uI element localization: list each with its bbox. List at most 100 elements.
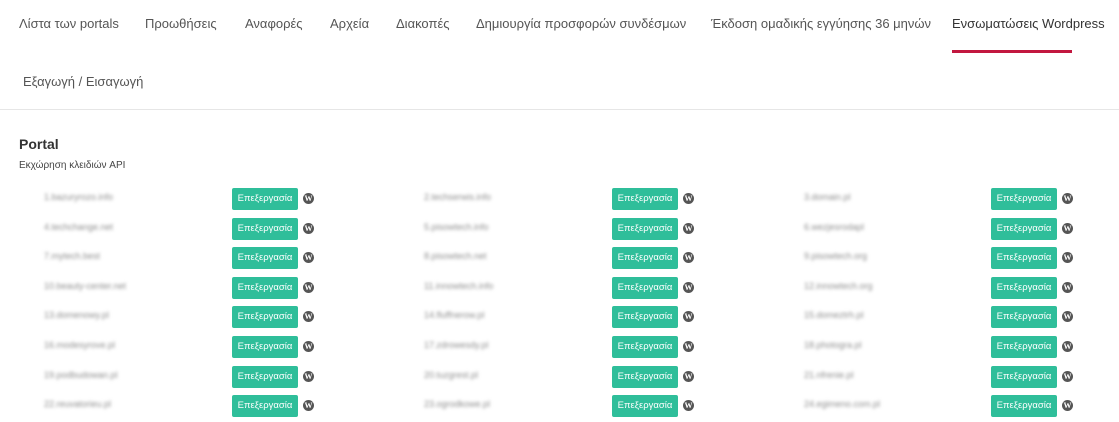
wordpress-icon[interactable]: W [303, 311, 314, 322]
active-tab-indicator [952, 50, 1072, 53]
portal-row: 19.podbudowan.pl Επεξεργασία W [0, 366, 370, 388]
portal-domain: 17.zdrowesdy.pl [424, 340, 489, 350]
wordpress-icon[interactable]: W [1062, 371, 1073, 382]
portal-domain: 9.pisowtech.org [804, 251, 868, 261]
edit-button[interactable]: Επεξεργασία [612, 336, 678, 358]
tab-files[interactable]: Αρχεία [330, 16, 369, 31]
tab-wordpress-integrations[interactable]: Ενσωματώσεις Wordpress [952, 16, 1105, 31]
wordpress-icon[interactable]: W [303, 223, 314, 234]
edit-button[interactable]: Επεξεργασία [991, 218, 1057, 240]
wordpress-icon[interactable]: W [683, 341, 694, 352]
edit-button[interactable]: Επεξεργασία [232, 366, 298, 388]
portal-row: 4.techchange.net Επεξεργασία W [0, 218, 370, 240]
edit-button[interactable]: Επεξεργασία [232, 336, 298, 358]
portal-domain: 21.nfrenie.pl [804, 370, 854, 380]
portal-domain: 11.innowtech.info [424, 281, 494, 291]
portal-domain: 1.bazuryrozo.info [44, 192, 114, 202]
wordpress-icon[interactable]: W [683, 252, 694, 263]
wordpress-icon[interactable]: W [303, 193, 314, 204]
edit-button[interactable]: Επεξεργασία [991, 306, 1057, 328]
edit-button[interactable]: Επεξεργασία [991, 188, 1057, 210]
wordpress-icon[interactable]: W [303, 252, 314, 263]
edit-button[interactable]: Επεξεργασία [991, 247, 1057, 269]
portal-row: 16.modesyrove.pl Επεξεργασία W [0, 336, 370, 358]
edit-button[interactable]: Επεξεργασία [991, 336, 1057, 358]
edit-button[interactable]: Επεξεργασία [612, 218, 678, 240]
portal-row: 8.pisowtech.net Επεξεργασία W [380, 247, 750, 269]
edit-button[interactable]: Επεξεργασία [232, 395, 298, 417]
portal-domain: 16.modesyrove.pl [44, 340, 116, 350]
wordpress-icon[interactable]: W [683, 371, 694, 382]
portal-domain: 18.photogra.pl [804, 340, 862, 350]
edit-button[interactable]: Επεξεργασία [612, 395, 678, 417]
wordpress-icon[interactable]: W [683, 400, 694, 411]
portal-row: 22.reuvatorieu.pl Επεξεργασία W [0, 395, 370, 417]
tab-holidays[interactable]: Διακοπές [396, 16, 450, 31]
edit-button[interactable]: Επεξεργασία [232, 306, 298, 328]
wordpress-icon[interactable]: W [683, 193, 694, 204]
portal-domain: 10.beauty-center.net [44, 281, 127, 291]
wordpress-icon[interactable]: W [683, 311, 694, 322]
portal-row: 17.zdrowesdy.pl Επεξεργασία W [380, 336, 750, 358]
edit-button[interactable]: Επεξεργασία [612, 277, 678, 299]
portal-row: 11.innowtech.info Επεξεργασία W [380, 277, 750, 299]
edit-button[interactable]: Επεξεργασία [991, 277, 1057, 299]
section-subtitle: Εκχώρηση κλειδιών API [19, 160, 126, 171]
portal-row: 23.ogrodkowe.pl Επεξεργασία W [380, 395, 750, 417]
wordpress-icon[interactable]: W [303, 282, 314, 293]
wordpress-icon[interactable]: W [303, 371, 314, 382]
wordpress-icon[interactable]: W [683, 282, 694, 293]
wordpress-icon[interactable]: W [683, 223, 694, 234]
wordpress-icon[interactable]: W [1062, 252, 1073, 263]
wordpress-icon[interactable]: W [1062, 193, 1073, 204]
wordpress-icon[interactable]: W [303, 341, 314, 352]
tab-link-offers[interactable]: Δημιουργία προσφορών συνδέσμων [476, 16, 686, 31]
tab-export-import[interactable]: Εξαγωγή / Εισαγωγή [23, 74, 143, 89]
edit-button[interactable]: Επεξεργασία [612, 366, 678, 388]
portal-row: 1.bazuryrozo.info Επεξεργασία W [0, 188, 370, 210]
portal-row: 24.egimeno.com.pl Επεξεργασία W [760, 395, 1119, 417]
portal-domain: 24.egimeno.com.pl [804, 399, 881, 409]
portal-domain: 6.wezjesrodapl [804, 222, 865, 232]
top-navigation: Λίστα των portals Προωθήσεις Αναφορές Αρ… [0, 0, 1119, 110]
wordpress-icon[interactable]: W [303, 400, 314, 411]
portal-domain: 13.domenowy.pl [44, 310, 109, 320]
tab-promotions[interactable]: Προωθήσεις [145, 16, 217, 31]
portal-domain: 12.innowtech.org [804, 281, 873, 291]
portal-domain: 20.tuzgrest.pl [424, 370, 479, 380]
edit-button[interactable]: Επεξεργασία [232, 277, 298, 299]
portal-row: 14.fluffnerow.pl Επεξεργασία W [380, 306, 750, 328]
edit-button[interactable]: Επεξεργασία [612, 306, 678, 328]
portal-row: 21.nfrenie.pl Επεξεργασία W [760, 366, 1119, 388]
portal-domain: 4.techchange.net [44, 222, 114, 232]
tab-portals-list[interactable]: Λίστα των portals [19, 16, 119, 31]
wordpress-icon[interactable]: W [1062, 400, 1073, 411]
portal-domain: 14.fluffnerow.pl [424, 310, 485, 320]
wordpress-icon[interactable]: W [1062, 341, 1073, 352]
portal-row: 6.wezjesrodapl Επεξεργασία W [760, 218, 1119, 240]
edit-button[interactable]: Επεξεργασία [612, 247, 678, 269]
portal-row: 5.pisowtech.info Επεξεργασία W [380, 218, 750, 240]
portal-row: 9.pisowtech.org Επεξεργασία W [760, 247, 1119, 269]
edit-button[interactable]: Επεξεργασία [232, 188, 298, 210]
portal-row: 3.domain.pl Επεξεργασία W [760, 188, 1119, 210]
portal-row: 2.techserwis.info Επεξεργασία W [380, 188, 750, 210]
portal-domain: 19.podbudowan.pl [44, 370, 118, 380]
section-title: Portal [19, 136, 59, 152]
edit-button[interactable]: Επεξεργασία [612, 188, 678, 210]
portal-domain: 7.mytech.best [44, 251, 101, 261]
edit-button[interactable]: Επεξεργασία [232, 218, 298, 240]
portal-row: 13.domenowy.pl Επεξεργασία W [0, 306, 370, 328]
portal-row: 15.domeztrh.pl Επεξεργασία W [760, 306, 1119, 328]
wordpress-icon[interactable]: W [1062, 311, 1073, 322]
wordpress-icon[interactable]: W [1062, 223, 1073, 234]
tab-reports[interactable]: Αναφορές [245, 16, 303, 31]
edit-button[interactable]: Επεξεργασία [232, 247, 298, 269]
edit-button[interactable]: Επεξεργασία [991, 366, 1057, 388]
wordpress-icon[interactable]: W [1062, 282, 1073, 293]
portal-row: 7.mytech.best Επεξεργασία W [0, 247, 370, 269]
tab-group-warranty[interactable]: Έκδοση ομαδικής εγγύησης 36 μηνών [711, 16, 931, 31]
portal-domain: 15.domeztrh.pl [804, 310, 864, 320]
portal-domain: 8.pisowtech.net [424, 251, 487, 261]
edit-button[interactable]: Επεξεργασία [991, 395, 1057, 417]
